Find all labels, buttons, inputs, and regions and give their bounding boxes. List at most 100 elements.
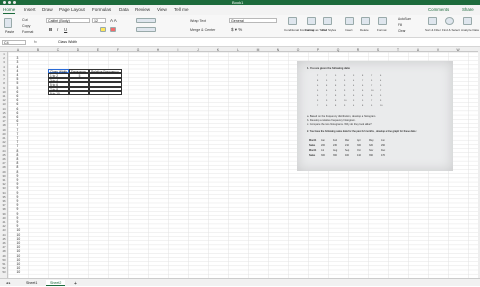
tab-view[interactable]: View xyxy=(157,7,167,12)
photo-sales-cell: 230 xyxy=(333,144,337,147)
column-header-f[interactable]: F xyxy=(108,48,128,52)
tab-formulas[interactable]: Formulas xyxy=(92,7,111,12)
underline-icon[interactable]: U xyxy=(64,27,67,32)
tab-review[interactable]: Review xyxy=(135,7,150,12)
column-header-r[interactable]: R xyxy=(348,48,368,52)
font-name-select[interactable]: Calibri (Body) xyxy=(46,18,90,23)
photo-data-value: 8 xyxy=(362,75,364,77)
class-row-5[interactable]: 9 to 10 xyxy=(48,91,69,96)
relfreq-row-5[interactable] xyxy=(89,91,122,96)
photo-data-value: 7 xyxy=(362,80,364,82)
zoom-window-button[interactable] xyxy=(13,1,16,4)
photo-data-value: 4 xyxy=(353,80,355,82)
photo-data-value: 5 xyxy=(344,80,346,82)
column-header-c[interactable]: C xyxy=(48,48,68,52)
sheet-nav-icon[interactable]: ◂ ▸ xyxy=(2,280,15,286)
photo-sales-cell: 300 xyxy=(357,144,361,147)
photo-heading: 1. You are given the following data: xyxy=(307,67,351,70)
column-header-i[interactable]: I xyxy=(168,48,188,52)
window-controls[interactable] xyxy=(3,1,16,4)
clear-button[interactable]: Clear xyxy=(398,29,406,33)
align-left-icons[interactable] xyxy=(136,27,156,32)
photo-sales-cell: Jan xyxy=(321,139,325,142)
comments-button[interactable]: Comments xyxy=(428,7,449,12)
column-header-s[interactable]: S xyxy=(368,48,388,52)
tab-page-layout[interactable]: Page Layout xyxy=(59,7,85,12)
assignment-photo[interactable]: 1. You are given the following data: 7 7 5… xyxy=(297,61,453,171)
delete-cells-label: Delete xyxy=(360,28,369,32)
tab-draw[interactable]: Draw xyxy=(42,7,53,12)
name-box[interactable]: C4 xyxy=(2,40,26,45)
column-header-b[interactable]: B xyxy=(28,48,48,52)
column-header-t[interactable]: T xyxy=(388,48,408,52)
photo-data-value: 8 xyxy=(317,80,319,82)
font-size-select[interactable]: 12 xyxy=(92,18,106,23)
column-header-n[interactable]: N xyxy=(268,48,288,52)
cut-button[interactable]: Cut xyxy=(22,18,28,22)
photo-sales-cell: Month xyxy=(309,139,317,142)
cell-styles-icon[interactable] xyxy=(323,17,332,25)
formula-input[interactable]: Class Width xyxy=(58,40,77,44)
share-button[interactable]: Share xyxy=(462,7,474,12)
grow-font-icon[interactable]: A A xyxy=(110,18,117,23)
column-header-g[interactable]: G xyxy=(128,48,148,52)
cell-b[interactable]: 10 xyxy=(16,270,21,274)
copy-button[interactable]: Copy xyxy=(22,24,30,28)
photo-data-value: 3 xyxy=(317,100,319,102)
paste-icon[interactable] xyxy=(4,18,12,28)
column-header-l[interactable]: L xyxy=(228,48,248,52)
freq-row-5[interactable] xyxy=(69,91,89,96)
currency-icon[interactable]: $ ▾ % xyxy=(231,27,242,33)
sort-filter-icon[interactable] xyxy=(428,17,437,25)
autosum-button[interactable]: AutoSum xyxy=(398,17,411,21)
column-header-h[interactable]: H xyxy=(148,48,168,52)
column-header-d[interactable]: D xyxy=(68,48,88,52)
column-header-e[interactable]: E xyxy=(88,48,108,52)
tab-data[interactable]: Data xyxy=(119,7,129,12)
sheet-tabs: ◂ ▸ Sheet1 Sheet2 + xyxy=(0,278,480,287)
sheet-tab-2[interactable]: Sheet2 xyxy=(46,280,66,286)
column-header-a[interactable]: A xyxy=(8,48,28,52)
paste-label: Paste xyxy=(5,30,15,34)
format-as-table-icon[interactable] xyxy=(307,17,316,25)
column-header-p[interactable]: P xyxy=(308,48,328,52)
photo-data-value: 6 xyxy=(317,95,319,97)
column-headers: ABCDEFGHIJKLMNOPQRSTUVW xyxy=(0,47,478,52)
wrap-text-button[interactable]: Wrap Text xyxy=(190,19,206,23)
minimize-window-button[interactable] xyxy=(8,1,11,4)
fx-icon[interactable]: fx xyxy=(34,40,37,44)
delete-cells-icon[interactable] xyxy=(361,17,370,25)
fill-color-icon[interactable] xyxy=(100,27,106,32)
italic-icon[interactable]: I xyxy=(57,27,58,32)
tab-home[interactable]: Home xyxy=(3,7,16,14)
photo-data-value: 6 xyxy=(344,75,346,77)
number-format-select[interactable]: General xyxy=(229,18,277,23)
merge-center-button[interactable]: Merge & Center xyxy=(190,28,215,32)
column-header-j[interactable]: J xyxy=(188,48,208,52)
tab-tell-me[interactable]: Tell me xyxy=(174,7,189,12)
format-cells-icon[interactable] xyxy=(378,17,387,25)
column-header-q[interactable]: Q xyxy=(328,48,348,52)
fill-button[interactable]: Fill xyxy=(398,23,402,27)
close-window-button[interactable] xyxy=(3,1,6,4)
column-header-v[interactable]: V xyxy=(428,48,448,52)
font-color-icon[interactable] xyxy=(110,27,116,32)
analyze-data-icon[interactable] xyxy=(463,17,472,25)
align-top-icons[interactable] xyxy=(136,18,156,23)
photo-data-value: 5 xyxy=(371,80,373,82)
bold-icon[interactable]: B xyxy=(49,27,52,32)
conditional-formatting-icon[interactable] xyxy=(288,17,297,25)
column-header-k[interactable]: K xyxy=(208,48,228,52)
add-sheet-button[interactable]: + xyxy=(70,280,81,287)
column-header-o[interactable]: O xyxy=(288,48,308,52)
find-select-icon[interactable] xyxy=(445,17,454,25)
format-painter-button[interactable]: Format xyxy=(22,30,33,34)
sheet-tab-1[interactable]: Sheet1 xyxy=(22,280,41,286)
tab-insert[interactable]: Insert xyxy=(24,7,36,12)
insert-cells-icon[interactable] xyxy=(345,17,354,25)
photo-data-value: 8 xyxy=(362,105,364,107)
column-header-m[interactable]: M xyxy=(248,48,268,52)
column-header-u[interactable]: U xyxy=(408,48,428,52)
row-header-53[interactable]: 53 xyxy=(0,270,8,274)
column-header-w[interactable]: W xyxy=(448,48,468,52)
